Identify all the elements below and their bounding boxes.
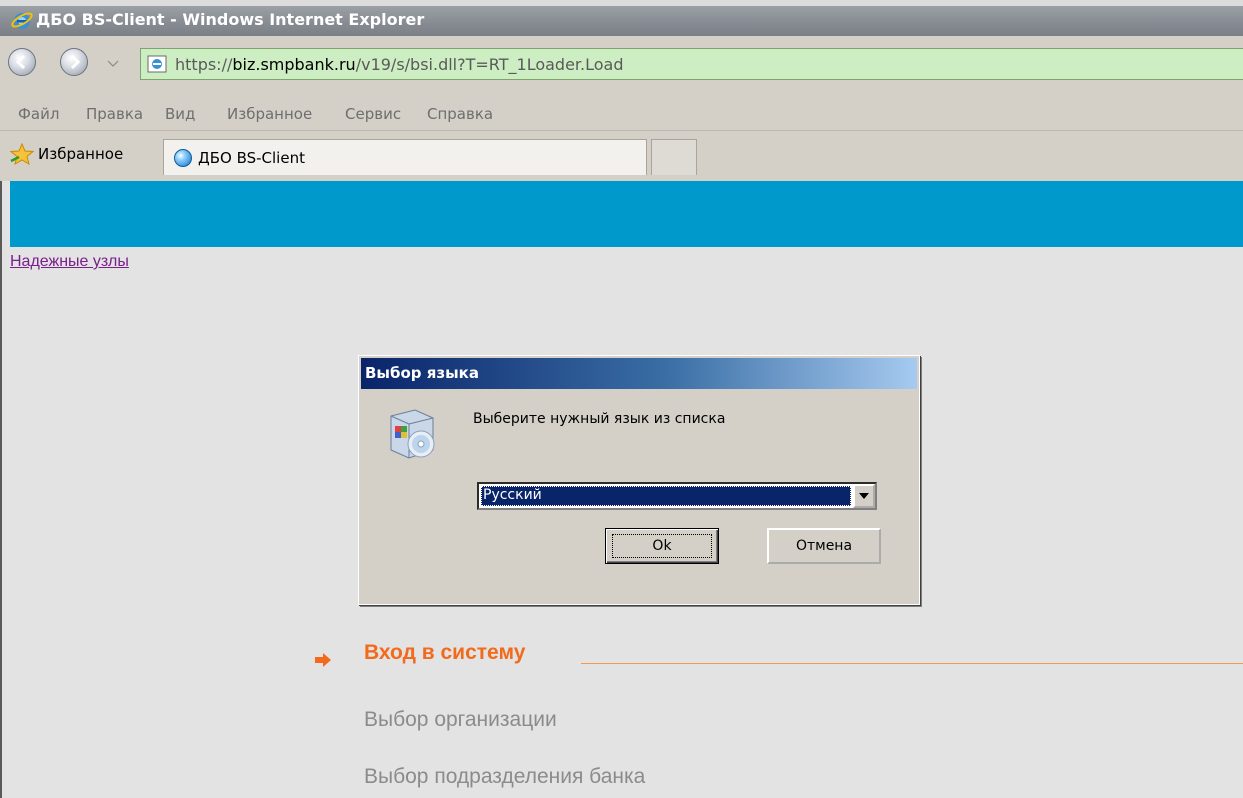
trusted-sites-link-text: Надежные узлы [10,253,129,270]
menu-favorites[interactable]: Избранное [227,105,312,123]
arrow-right-icon [315,653,331,667]
back-button[interactable] [8,48,36,76]
dialog-title: Выбор языка [365,364,479,382]
url-text: https://biz.smpbank.ru/v19/s/bsi.dll?T=R… [175,55,624,74]
window-title: ДБО BS-Client - Windows Internet Explore… [36,10,425,29]
page-icon [147,55,167,73]
page-banner [10,181,1243,247]
address-field[interactable]: https://biz.smpbank.ru/v19/s/bsi.dll?T=R… [140,48,1243,80]
forward-button[interactable] [60,48,88,76]
page-edge [2,181,10,247]
internet-explorer-icon [11,12,33,29]
menu-file[interactable]: Файл [18,105,59,123]
favorites-bar: Избранное ДБО BS-Client [0,131,1243,181]
triangle-down-icon [859,493,869,499]
dialog-title-bar: Выбор языка [361,358,917,389]
recent-pages-dropdown[interactable] [107,58,119,71]
star-icon [10,143,34,165]
menu-view[interactable]: Вид [165,105,195,123]
ok-button[interactable]: Ok [605,528,719,564]
chevron-down-icon [107,60,119,67]
url-prefix: https:// [175,55,233,74]
tab-dbo-bs-client[interactable]: ДБО BS-Client [163,139,647,175]
trusted-sites-link[interactable]: Надежные узлы [10,253,129,271]
menu-bar: Файл Правка Вид Избранное Сервис Справка [0,100,1243,131]
favorites-label: Избранное [38,145,124,163]
window-title-bar: ДБО BS-Client - Windows Internet Explore… [0,0,1243,36]
menu-help[interactable]: Справка [427,105,493,123]
step-select-bank-branch: Выбор подразделения банка [364,765,646,788]
step-select-organization: Выбор организации [364,708,557,731]
loading-icon [174,149,192,167]
menu-edit[interactable]: Правка [86,105,143,123]
language-select-text: Русский [483,487,542,503]
language-dropdown-button[interactable] [853,484,875,508]
url-domain: biz.smpbank.ru [232,55,356,74]
language-select[interactable]: Русский [477,482,877,510]
address-bar: https://biz.smpbank.ru/v19/s/bsi.dll?T=R… [0,36,1243,101]
window-title-bar-inner: ДБО BS-Client - Windows Internet Explore… [0,6,1243,36]
url-path: /v19/s/bsi.dll?T=RT_1Loader.Load [355,55,624,74]
menu-tools[interactable]: Сервис [345,105,401,123]
step-line [581,663,1243,664]
software-package-cd-icon [390,409,435,459]
language-dialog: Выбор языка Выберите нужный язык из спис… [358,355,920,605]
language-select-value: Русский [481,486,851,506]
focus-rect [612,534,712,558]
new-tab-button[interactable] [651,139,697,175]
tab-title: ДБО BS-Client [198,149,305,167]
arrow-right-icon [70,54,81,70]
cancel-button[interactable]: Отмена [767,528,881,564]
arrow-left-icon [15,54,26,70]
dialog-message: Выберите нужный язык из списка [473,411,726,427]
step-login: Вход в систему [364,641,526,664]
